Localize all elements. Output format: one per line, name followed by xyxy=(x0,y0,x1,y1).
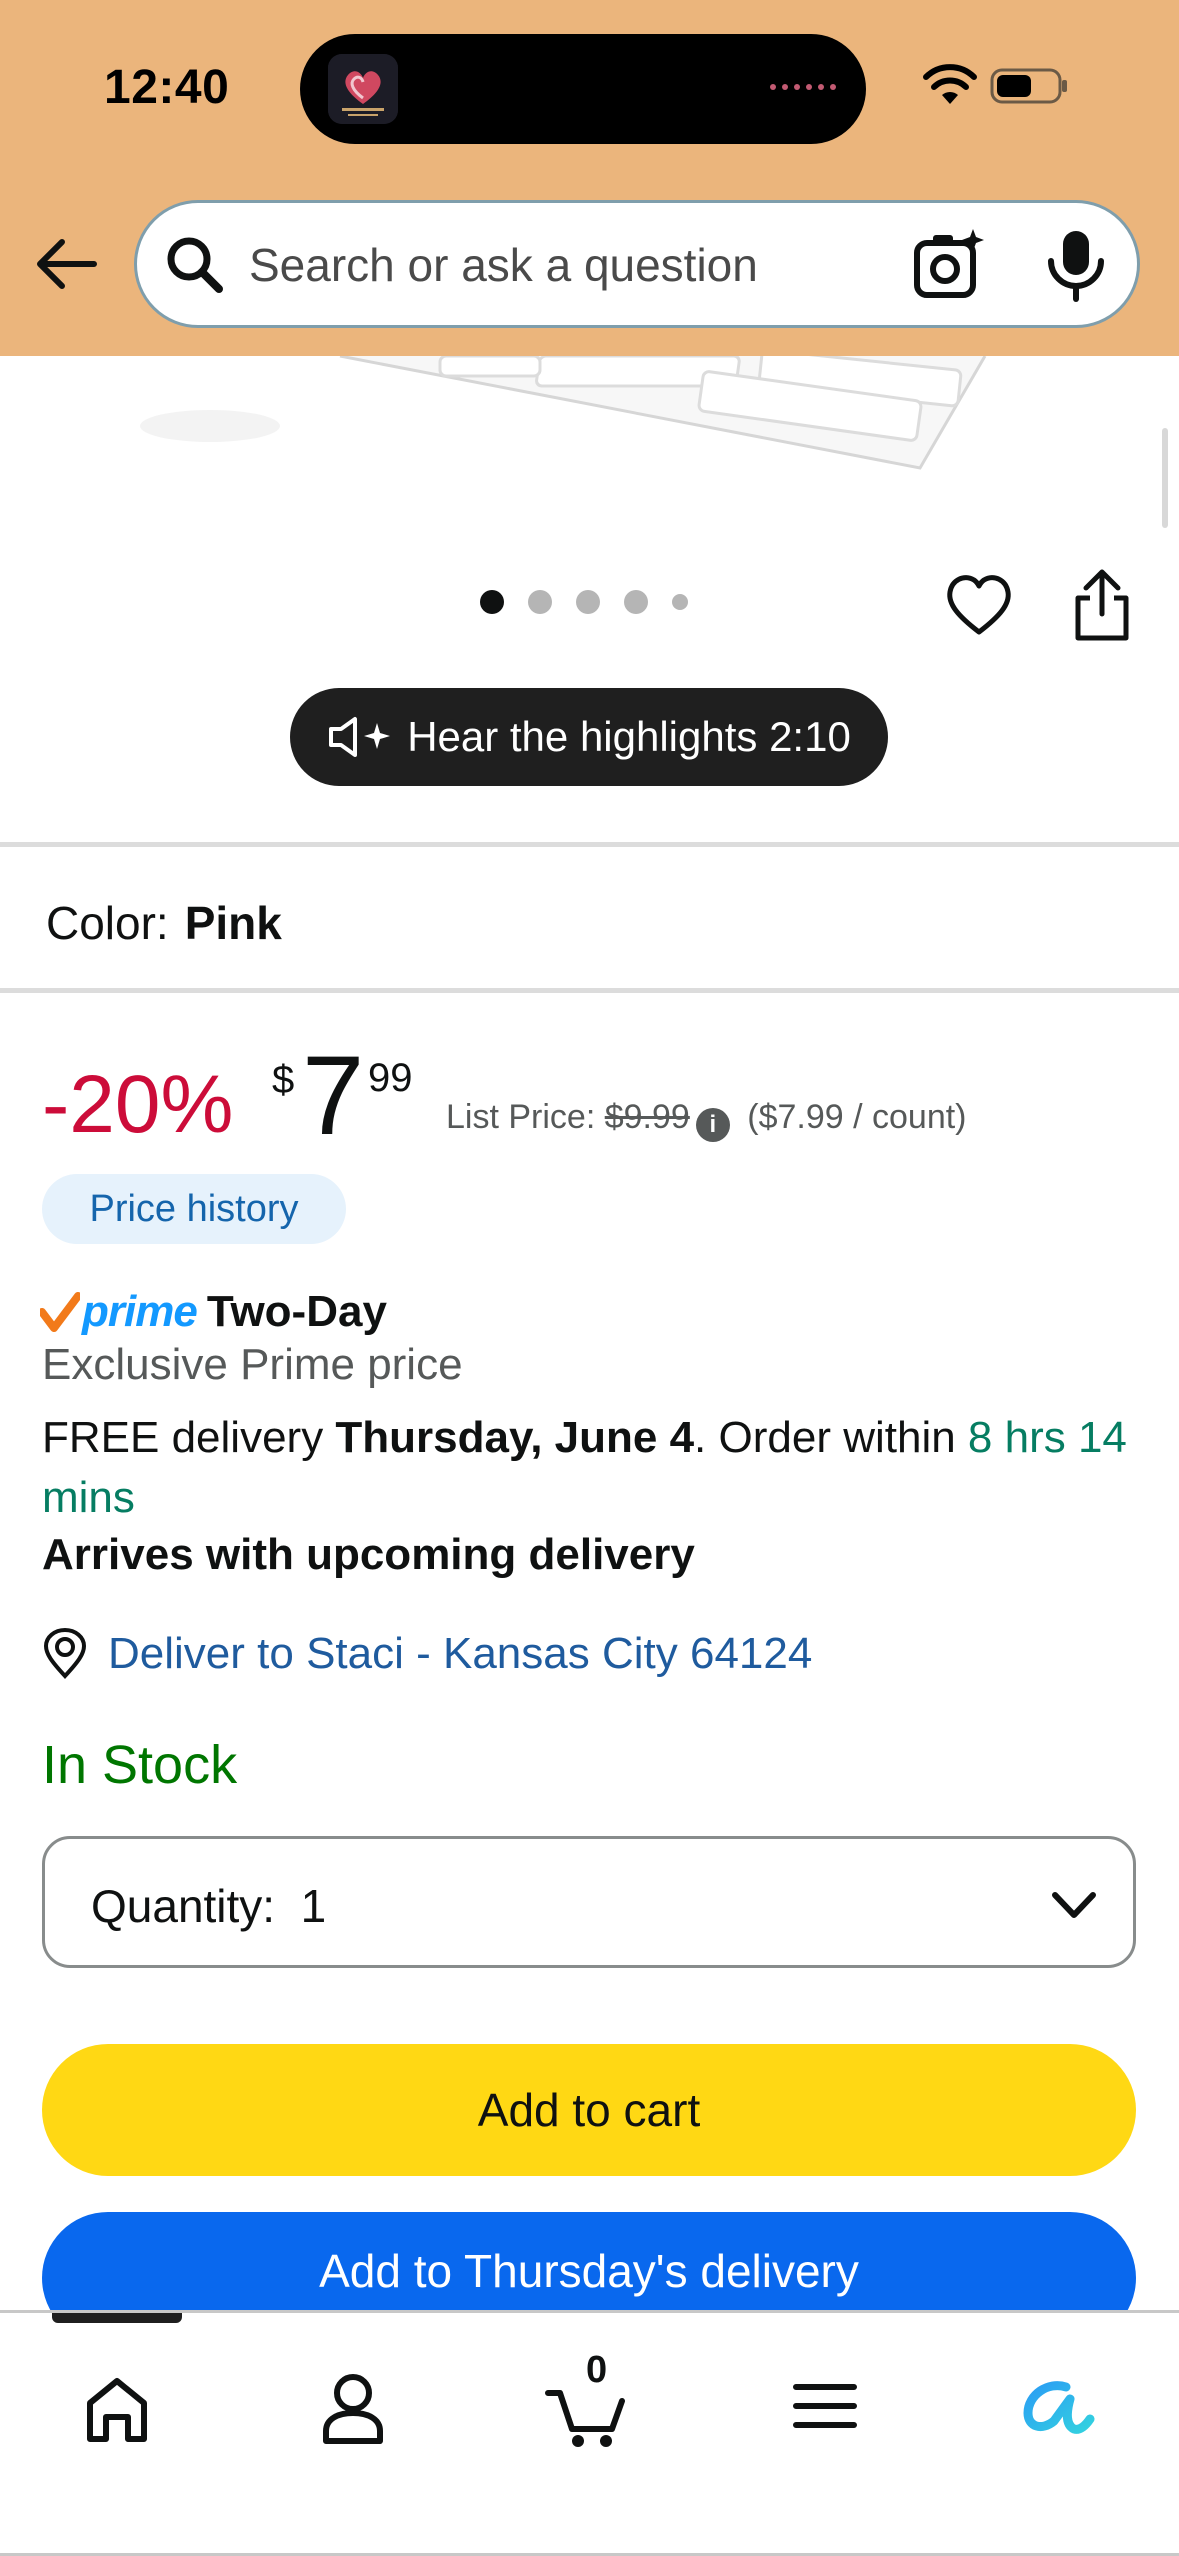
chevron-down-icon xyxy=(1052,1892,1096,1918)
quantity-label-text: Quantity: xyxy=(91,1880,276,1932)
heart-icon[interactable] xyxy=(944,570,1014,640)
relationship-advice-app-icon[interactable] xyxy=(328,54,398,124)
prime-two-day: Two-Day xyxy=(206,1287,387,1336)
arrives-with-upcoming: Arrives with upcoming delivery xyxy=(42,1530,695,1579)
deliver-to-text: Deliver to Staci - Kansas City 64124 xyxy=(108,1629,813,1678)
delivery-message: FREE delivery Thursday, June 4. Order wi… xyxy=(42,1408,1142,1528)
exclusive-prime-price: Exclusive Prime price xyxy=(42,1340,463,1389)
cart-count: 0 xyxy=(586,2349,608,2391)
scroll-indicator xyxy=(1162,428,1168,528)
price-whole: 7 xyxy=(302,1033,365,1158)
quantity-value: 1 xyxy=(300,1880,327,1932)
section-divider xyxy=(0,988,1179,993)
camera-lens-icon[interactable] xyxy=(911,227,987,303)
prime-check-icon xyxy=(40,1292,80,1332)
order-within: . Order within xyxy=(694,1413,968,1462)
section-divider xyxy=(0,842,1179,847)
quantity-label: Quantity: 1 xyxy=(91,1879,326,1933)
pagination-dot[interactable] xyxy=(624,590,648,614)
prime-logo-text: prime xyxy=(82,1287,198,1336)
location-pin-icon xyxy=(43,1628,87,1679)
prime-badge: prime Two-Day xyxy=(40,1282,387,1342)
search-icon xyxy=(167,237,223,293)
color-selector[interactable]: Color: Pink xyxy=(46,896,282,950)
pagination-dot[interactable] xyxy=(576,590,600,614)
delivery-prefix: FREE delivery xyxy=(42,1413,336,1462)
color-label: Color: xyxy=(46,897,169,949)
rufus-ai-icon[interactable] xyxy=(1004,2351,1114,2461)
battery-icon xyxy=(990,68,1067,104)
color-value: Pink xyxy=(184,897,282,949)
menu-icon[interactable] xyxy=(770,2351,880,2461)
quantity-dropdown[interactable]: Quantity: 1 xyxy=(42,1836,1136,1968)
dynamic-island xyxy=(300,34,866,144)
account-icon[interactable] xyxy=(298,2351,408,2461)
hear-highlights-label: Hear the highlights 2:10 xyxy=(407,713,851,760)
app-header: 12:40 xyxy=(0,0,1179,356)
speaker-sparkle-icon xyxy=(329,717,391,757)
price-block: -20% $ 7 99 List Price: $9.99 i ($7.99 / … xyxy=(42,1040,1162,1160)
price-currency: $ xyxy=(272,1058,295,1102)
unit-price: ($7.99 / count) xyxy=(747,1098,967,1136)
home-icon[interactable] xyxy=(62,2351,172,2461)
share-icon[interactable] xyxy=(1070,568,1134,642)
deliver-to-link[interactable]: Deliver to Staci - Kansas City 64124 xyxy=(42,1628,812,1680)
price-fraction: 99 xyxy=(368,1056,413,1100)
search-bar[interactable] xyxy=(134,200,1140,328)
price-history-button[interactable]: Price history xyxy=(42,1174,346,1244)
add-to-cart-button[interactable]: Add to cart xyxy=(42,2044,1136,2176)
microphone-icon[interactable] xyxy=(1043,227,1109,303)
pagination-dot[interactable] xyxy=(672,594,688,610)
active-tab-indicator xyxy=(52,2313,182,2323)
cart-icon[interactable]: 0 xyxy=(534,2349,644,2461)
back-arrow-icon[interactable] xyxy=(30,228,102,300)
image-pagination xyxy=(480,590,688,614)
list-price: List Price: $9.99 i ($7.99 / count) xyxy=(446,1098,967,1142)
status-time: 12:40 xyxy=(104,61,230,114)
pagination-dot[interactable] xyxy=(528,590,552,614)
hear-highlights-button[interactable]: Hear the highlights 2:10 xyxy=(290,688,888,786)
pagination-dot-active[interactable] xyxy=(480,590,504,614)
delivery-date: Thursday, June 4 xyxy=(335,1413,695,1462)
product-image[interactable] xyxy=(0,356,1179,516)
discount-percent: -20% xyxy=(42,1059,234,1150)
info-icon[interactable]: i xyxy=(695,1108,730,1142)
search-input[interactable] xyxy=(249,233,909,297)
audio-indicator xyxy=(770,84,836,90)
list-price-label: List Price: xyxy=(446,1098,596,1136)
bottom-navigation: 0 xyxy=(0,2310,1179,2556)
wifi-icon xyxy=(923,64,977,104)
stock-status: In Stock xyxy=(42,1735,238,1795)
list-price-value: $9.99 xyxy=(604,1098,690,1136)
